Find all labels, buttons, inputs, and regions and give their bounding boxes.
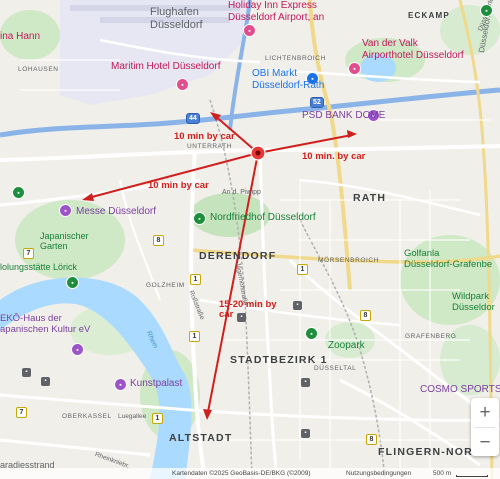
zoom-control: + −	[471, 398, 499, 456]
poi-flughafen[interactable]: Flughafen Düsseldorf	[150, 6, 203, 32]
train-icon[interactable]: ▪	[41, 377, 50, 386]
park-icon[interactable]: ▪	[305, 327, 318, 340]
annotation-right: 10 min. by car	[302, 151, 366, 162]
zoom-in-button[interactable]: +	[471, 398, 499, 427]
district-lohausen: LOHAUSEN	[18, 66, 59, 73]
hotel-icon[interactable]: ▪	[243, 24, 256, 37]
train-icon[interactable]: ▪	[22, 368, 31, 377]
poi-maritim[interactable]: Maritim Hotel Düsseldorf	[111, 62, 220, 72]
train-icon[interactable]: ▪	[293, 301, 302, 310]
park-icon[interactable]: ▪	[66, 276, 79, 289]
road-badge: 7	[23, 248, 34, 259]
annotation-down: 15-20 min by car	[219, 299, 277, 321]
district-grafenberg: GRAFENBERG	[405, 333, 457, 340]
road-badge: 7	[16, 407, 27, 418]
annotation-left: 10 min by car	[148, 180, 209, 191]
district-flingern: FLINGERN-NORD	[378, 446, 482, 458]
district-stadtbezirk: STADTBEZIRK 1	[230, 354, 328, 366]
road-badge: 1	[190, 274, 201, 285]
train-icon[interactable]: ▪	[301, 378, 310, 387]
map-canvas[interactable]: ECKAMP RATH DERENDORF STADTBEZIRK 1 ALTS…	[0, 0, 500, 479]
street-an-d-piwipp: An d. Piwipp	[222, 189, 261, 196]
district-lichtenbroich: LICHTENBROICH	[265, 55, 326, 62]
district-unterrath: UNTERRATH	[187, 143, 232, 150]
poi-eko[interactable]: EKŌ-Haus der apanischen Kultur eV	[0, 313, 90, 336]
poi-zoopark[interactable]: Zoopark	[328, 341, 365, 351]
road-badge: 1	[152, 413, 163, 424]
attribution-bar: Kartendaten ©2025 GeoBasis-DE/BKG (©2009…	[0, 468, 500, 479]
poi-nordfriedhof[interactable]: Nordfriedhof Düsseldorf	[210, 213, 316, 223]
temple-icon[interactable]: ▪	[71, 343, 84, 356]
road-badge: 1	[189, 331, 200, 342]
road-badge: 1	[297, 264, 308, 275]
street-luegallee: Luegallee	[118, 413, 147, 420]
scale-label: 500 m	[433, 470, 452, 477]
poi-golfanlage[interactable]: Golfanla Düsseldorf-Grafenbe	[404, 248, 492, 271]
poi-psd[interactable]: PSD BANK DOME	[302, 111, 385, 121]
venue-icon[interactable]: ▪	[59, 204, 72, 217]
road-badge: 8	[360, 310, 371, 321]
poi-messe[interactable]: Messe Düsseldorf	[76, 207, 156, 217]
poi-japanischer[interactable]: Japanischer Garten	[40, 231, 89, 252]
train-icon[interactable]: ▪	[301, 429, 310, 438]
museum-icon[interactable]: ▪	[114, 378, 127, 391]
park-icon[interactable]: ▪	[480, 4, 493, 17]
zoom-out-button[interactable]: −	[471, 428, 499, 457]
poi-holiday-inn[interactable]: Holiday Inn Express Düsseldorf Airport, …	[228, 0, 324, 23]
poi-kunstpalast[interactable]: Kunstpalast	[130, 379, 182, 389]
scale-bar	[456, 475, 488, 477]
poi-ina-hann[interactable]: ina Hann	[0, 32, 40, 42]
road-badge: 8	[366, 434, 377, 445]
district-duesseltal: DÜSSELTAL	[314, 365, 357, 372]
district-eckamp: ECKAMP	[408, 11, 450, 20]
district-golzheim: GOLZHEIM	[146, 282, 185, 289]
park-icon[interactable]: ▪	[193, 212, 206, 225]
district-oberkassel: OBERKASSEL	[62, 413, 112, 420]
poi-wildpark[interactable]: Wildpark Düsseldor	[452, 291, 495, 314]
hotel-icon[interactable]: ▪	[176, 78, 189, 91]
district-moersenbroich: MÖRSENBROICH	[318, 257, 380, 264]
poi-van-der-valk[interactable]: Van der Valk Airporthotel Düsseldorf	[362, 38, 464, 61]
road-badge: 8	[153, 235, 164, 246]
hotel-icon[interactable]: ▪	[348, 62, 361, 75]
district-derendorf: DERENDORF	[199, 250, 277, 262]
map-data-credit: Kartendaten ©2025 GeoBasis-DE/BKG (©2009…	[172, 470, 311, 477]
district-rath: RATH	[353, 192, 387, 204]
annotation-top-left: 10 min by car	[174, 131, 235, 142]
district-altstadt: ALTSTADT	[169, 432, 233, 444]
highway-badge: 52	[310, 97, 324, 108]
park-icon[interactable]: ▪	[12, 186, 25, 199]
poi-obi[interactable]: OBI Markt Düsseldorf-Rath	[252, 68, 324, 91]
terms-link[interactable]: Nutzungsbedingungen	[346, 468, 411, 479]
poi-loerick[interactable]: lolungsstätte Lörick	[0, 263, 77, 272]
poi-cosmo[interactable]: COSMO SPORTS	[420, 385, 500, 395]
highway-badge: 44	[186, 113, 200, 124]
